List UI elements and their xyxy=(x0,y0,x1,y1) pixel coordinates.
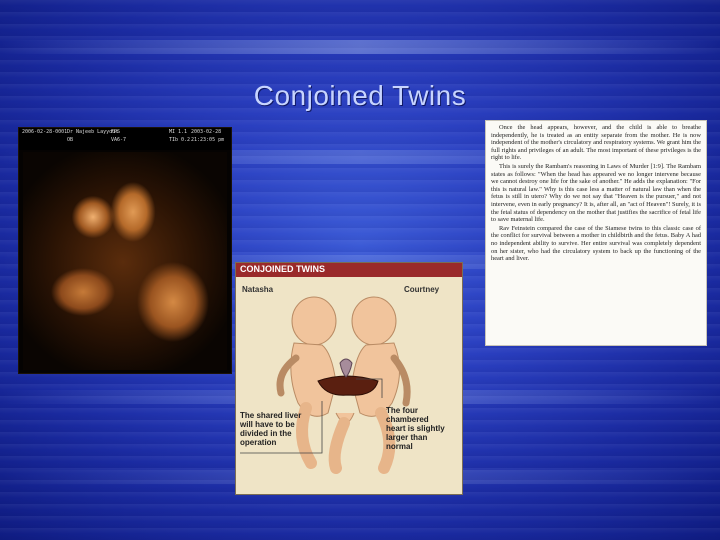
excerpt-paragraph: Once the head appears, however, and the … xyxy=(491,124,701,162)
heart-note-line: The four xyxy=(386,406,418,415)
text-excerpt: Once the head appears, however, and the … xyxy=(485,120,707,346)
twin-left-name: Natasha xyxy=(242,285,274,294)
heart-note: The four chambered heart is slightly lar… xyxy=(386,406,445,451)
us-probe: VA6-7 xyxy=(111,137,127,143)
us-date2: 2003-02-28 xyxy=(191,129,222,135)
heart-note-line: heart is slightly xyxy=(386,424,445,433)
liver-note-line: operation xyxy=(240,438,277,447)
us-mi: MI 1.1 xyxy=(169,129,188,135)
background-streak xyxy=(0,40,720,54)
us-date: 2006-02-28-0001 xyxy=(22,129,68,135)
excerpt-paragraph: Rav Feinstein compared the case of the S… xyxy=(491,224,701,263)
slide-title: Conjoined Twins xyxy=(253,80,467,111)
liver-note-line: divided in the xyxy=(240,429,292,438)
ultrasound-header: 2006-02-28-0001 Dr Najeeb Layyous FPS MI… xyxy=(19,128,231,150)
twins-illustration xyxy=(240,296,411,474)
ultrasound-image: 2006-02-28-0001 Dr Najeeb Layyous FPS MI… xyxy=(18,127,232,374)
ultrasound-scan xyxy=(23,152,227,370)
diagram-title: CONJOINED TWINS xyxy=(240,264,326,274)
us-time: 21:23:05 pm xyxy=(191,137,225,143)
us-dept: OB xyxy=(67,137,74,143)
liver-note: The shared liver will have to be divided… xyxy=(240,411,301,447)
twins-diagram: CONJOINED TWINS Natasha Courtney The sha… xyxy=(235,262,463,495)
liver-note-line: The shared liver xyxy=(240,411,302,420)
heart-note-line: normal xyxy=(386,442,413,451)
us-mode: FPS xyxy=(111,129,121,135)
excerpt-paragraph: This is surely the Rambam's reasoning in… xyxy=(491,162,701,224)
liver-note-line: will have to be xyxy=(240,420,295,429)
heart-note-line: chambered xyxy=(386,415,429,424)
us-tib: TIb 0.2 xyxy=(169,137,191,143)
heart-note-line: larger than xyxy=(386,433,428,442)
twin-right-name: Courtney xyxy=(404,285,440,294)
